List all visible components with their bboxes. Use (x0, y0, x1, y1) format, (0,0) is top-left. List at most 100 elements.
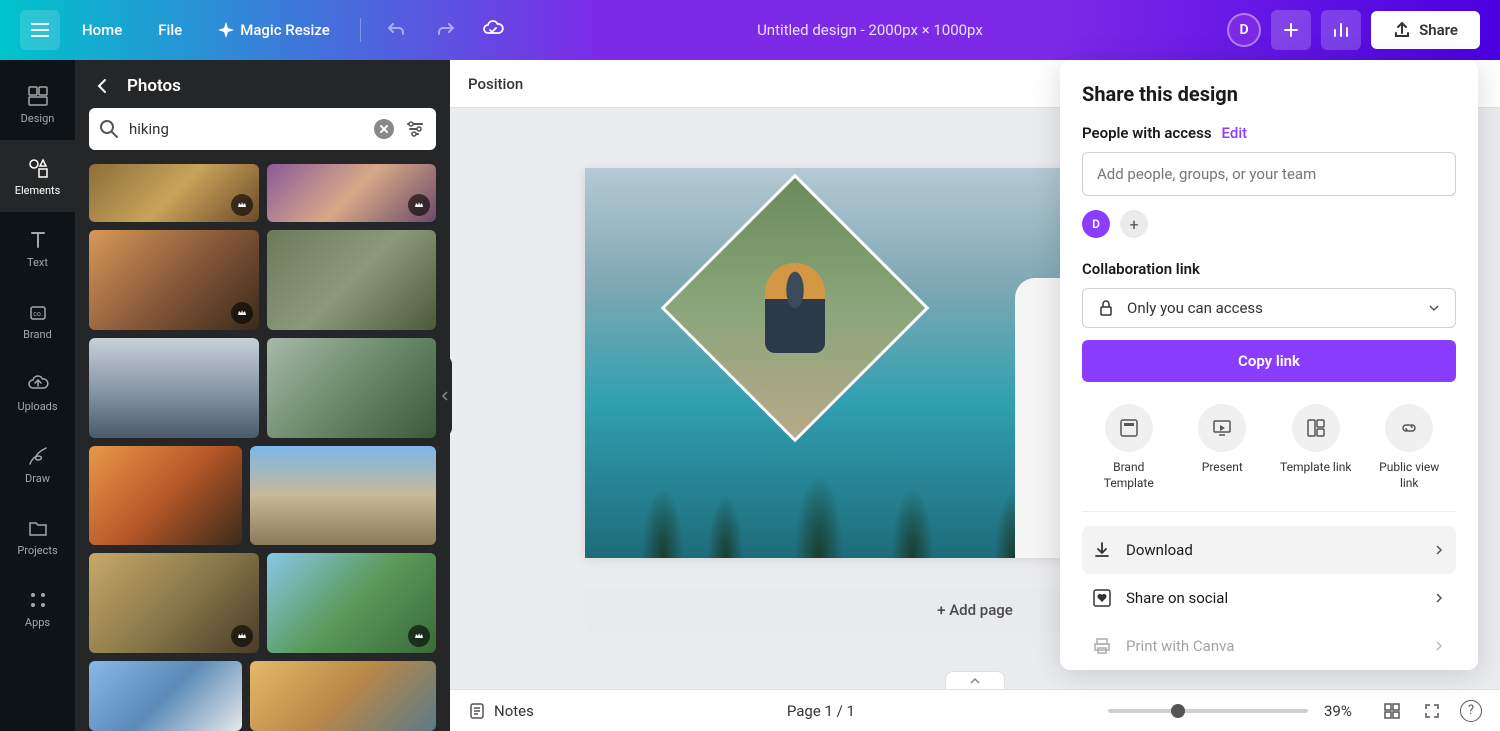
nav-design[interactable]: Design (0, 68, 75, 140)
projects-icon (26, 516, 50, 540)
analytics-button[interactable] (1321, 10, 1361, 50)
nav-draw[interactable]: Draw (0, 428, 75, 500)
photo-thumb[interactable] (267, 164, 437, 222)
photo-thumb[interactable] (267, 338, 437, 438)
template-link-label: Template link (1280, 460, 1351, 476)
photo-thumb[interactable] (89, 338, 259, 438)
crown-icon (413, 630, 425, 642)
panel-header: Photos (75, 60, 450, 108)
photo-thumb[interactable] (267, 230, 437, 330)
design-title[interactable]: Untitled design - 2000px × 1000px (757, 21, 983, 39)
photo-thumb[interactable] (250, 661, 436, 731)
back-arrow-icon[interactable] (93, 76, 113, 96)
share-social-option[interactable]: Share on social (1082, 574, 1456, 622)
nav-projects[interactable]: Projects (0, 500, 75, 572)
svg-text:co.: co. (33, 310, 43, 318)
filter-icon[interactable] (404, 118, 426, 140)
text-icon (26, 228, 50, 252)
share-user-avatar[interactable]: D (1082, 210, 1110, 238)
zoom-percentage[interactable]: 39% (1324, 702, 1364, 720)
nav-projects-label: Projects (17, 544, 57, 557)
nav-brand-label: Brand (23, 328, 52, 341)
nav-uploads[interactable]: Uploads (0, 356, 75, 428)
nav-brand[interactable]: co. Brand (0, 284, 75, 356)
brand-template-option[interactable]: Brand Template (1089, 404, 1169, 491)
collab-link-label: Collaboration link (1082, 260, 1456, 278)
brand-template-icon-wrap (1105, 404, 1153, 452)
public-view-option[interactable]: Public view link (1369, 404, 1449, 491)
share-panel-title: Share this design (1082, 82, 1456, 106)
position-button[interactable]: Position (468, 75, 523, 93)
lock-icon (1097, 299, 1115, 317)
photo-thumb[interactable] (89, 553, 259, 653)
public-view-label: Public view link (1369, 460, 1449, 491)
download-option[interactable]: Download (1082, 526, 1456, 574)
photo-thumb[interactable] (89, 661, 242, 731)
template-link-option[interactable]: Template link (1276, 404, 1356, 491)
crown-icon (236, 307, 248, 319)
magic-resize-menu-item[interactable]: Magic Resize (204, 13, 344, 47)
notes-button[interactable]: Notes (468, 702, 534, 720)
share-button[interactable]: Share (1371, 11, 1480, 49)
user-avatar[interactable]: D (1227, 13, 1261, 47)
add-people-input[interactable] (1082, 152, 1456, 196)
share-button-label: Share (1419, 21, 1458, 39)
file-menu-item[interactable]: File (144, 13, 196, 47)
nav-uploads-label: Uploads (17, 400, 57, 413)
page-indicator[interactable]: Page 1 / 1 (550, 702, 1092, 720)
clear-search-button[interactable] (374, 119, 394, 139)
add-person-button[interactable]: + (1120, 210, 1148, 238)
zoom-slider-thumb[interactable] (1171, 704, 1185, 718)
photo-thumb[interactable] (89, 230, 259, 330)
share-panel-inner: Share this design People with access Edi… (1060, 60, 1478, 670)
crown-icon (236, 630, 248, 642)
search-input[interactable] (129, 120, 364, 138)
nav-apps[interactable]: Apps (0, 572, 75, 644)
people-access-row: People with access Edit (1082, 124, 1456, 142)
photo-thumb[interactable] (89, 446, 242, 546)
expand-pages-tab[interactable] (945, 671, 1005, 689)
add-member-button[interactable] (1271, 10, 1311, 50)
edit-access-link[interactable]: Edit (1222, 124, 1248, 142)
chevron-up-icon (969, 677, 981, 685)
nav-elements[interactable]: Elements (0, 140, 75, 212)
photo-thumb[interactable] (250, 446, 436, 546)
undo-button[interactable] (377, 10, 417, 50)
grid-icon (1383, 702, 1401, 720)
photo-row (89, 338, 436, 438)
photo-row (89, 230, 436, 330)
cloud-sync-button[interactable] (473, 10, 513, 50)
chevron-left-icon (441, 390, 449, 402)
share-options-row: Brand Template Present Template link Pub… (1082, 404, 1456, 512)
access-level-text: Only you can access (1127, 299, 1263, 317)
copy-link-button[interactable]: Copy link (1082, 340, 1456, 382)
present-option[interactable]: Present (1182, 404, 1262, 491)
cloud-check-icon (482, 19, 504, 41)
fullscreen-button[interactable] (1420, 699, 1444, 723)
photo-thumb[interactable] (89, 164, 259, 222)
brand-icon: co. (26, 300, 50, 324)
zoom-slider[interactable] (1108, 709, 1308, 713)
photo-thumb[interactable] (267, 553, 437, 653)
help-button[interactable]: ? (1460, 700, 1482, 722)
download-label: Download (1126, 541, 1193, 559)
top-left-group: Home File Magic Resize (20, 10, 513, 50)
hamburger-menu-button[interactable] (20, 10, 60, 50)
vertical-nav: Design Elements Text co. Brand Uploads D… (0, 60, 75, 731)
nav-elements-label: Elements (15, 184, 61, 197)
print-label: Print with Canva (1126, 637, 1234, 655)
collapse-panel-button[interactable] (438, 356, 452, 436)
print-option[interactable]: Print with Canva (1082, 622, 1456, 670)
grid-view-button[interactable] (1380, 699, 1404, 723)
design-icon (26, 84, 50, 108)
link-icon (1398, 417, 1420, 439)
home-menu-item[interactable]: Home (68, 13, 136, 47)
chevron-down-icon (1427, 301, 1441, 315)
nav-text[interactable]: Text (0, 212, 75, 284)
redo-button[interactable] (425, 10, 465, 50)
access-level-dropdown[interactable]: Only you can access (1082, 288, 1456, 328)
hamburger-icon (30, 20, 50, 40)
chevron-right-icon (1432, 639, 1446, 653)
sparkle-icon (218, 22, 234, 38)
bottom-bar: Notes Page 1 / 1 39% ? (450, 689, 1500, 731)
